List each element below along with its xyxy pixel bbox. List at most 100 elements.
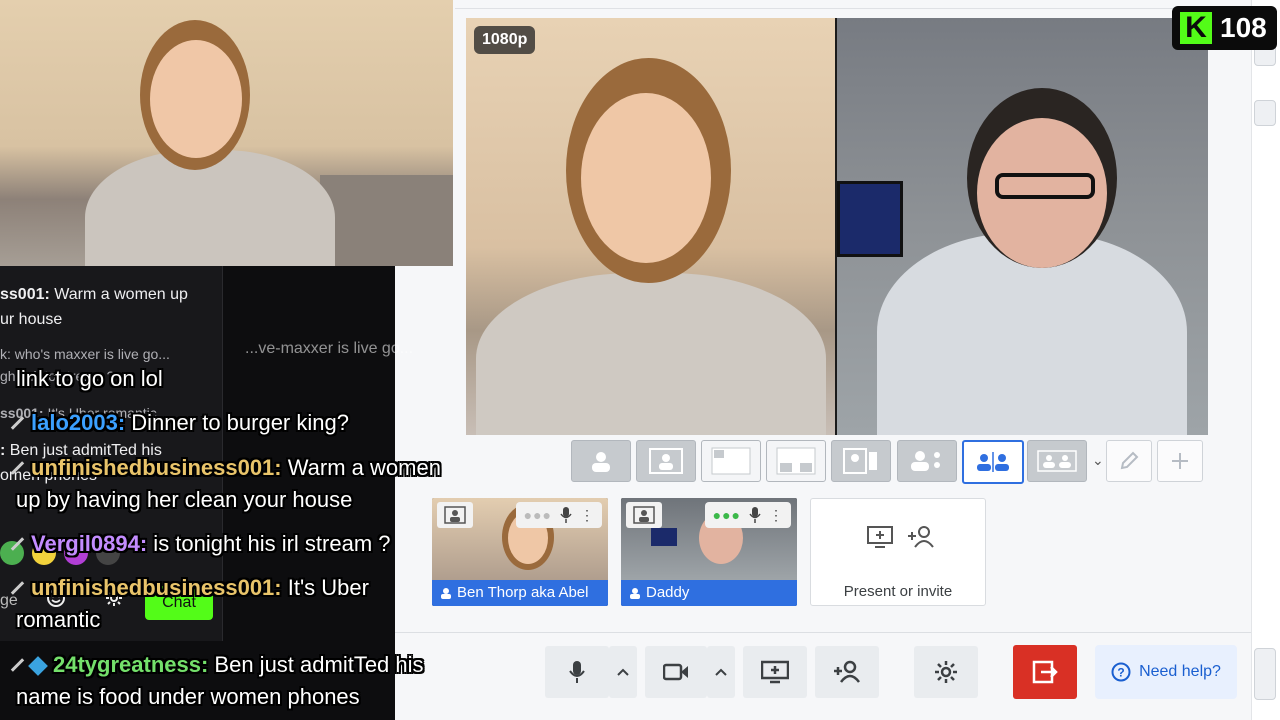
chat-message: ss001: Warm a women up — [0, 286, 188, 303]
gear-icon — [935, 661, 957, 683]
present-or-invite-tile[interactable]: Present or invite — [810, 498, 986, 606]
mic-button[interactable] — [545, 646, 609, 698]
camera-toggle[interactable] — [626, 502, 662, 528]
mic-icon — [560, 507, 572, 523]
side-layout-icon — [843, 448, 877, 474]
participant-controls: ●●● ⋮ — [704, 502, 791, 528]
background-text: ...ve-maxxer is live go... — [245, 340, 414, 357]
need-help-button[interactable]: ? Need help? — [1095, 645, 1237, 699]
exit-icon — [1032, 660, 1058, 684]
help-icon: ? — [1111, 662, 1131, 682]
participant-name: Daddy — [646, 584, 690, 601]
chat-message: k: who's maxxer is live go... — [0, 346, 170, 362]
toolbar-divider — [395, 632, 1252, 633]
participant-tile[interactable]: ●●● ⋮ Ben Thorp aka Abel — [432, 498, 608, 606]
more-options-icon[interactable]: ⋮ — [769, 507, 783, 524]
person-frame-icon — [649, 448, 683, 474]
screen-share-icon — [761, 660, 789, 684]
overlay-chat-line: 24tygreatness: Ben just admitTed his — [10, 652, 424, 678]
present-icons — [867, 525, 935, 549]
group-icon — [911, 451, 940, 471]
rail-button[interactable] — [1254, 100, 1276, 126]
kick-logo-icon: K — [1180, 12, 1212, 44]
person-torso — [476, 273, 826, 435]
person-torso — [85, 150, 335, 266]
overlay-chat-line: unfinishedbusiness001: Warm a women — [10, 455, 441, 481]
overlay-chat-line: up by having her clean your house — [16, 487, 353, 512]
layout-split-bottom-button[interactable] — [766, 440, 826, 482]
two-people-icon — [1037, 450, 1077, 472]
camera-button[interactable] — [645, 646, 707, 698]
pencil-icon — [1120, 451, 1139, 470]
video-feed-left — [466, 18, 835, 435]
resolution-badge: 1080p — [474, 26, 536, 54]
split-icon — [776, 447, 816, 475]
add-person-icon — [834, 660, 860, 683]
viewer-count-badge: K 108 — [1172, 6, 1277, 50]
participant-controls: ●●● ⋮ — [515, 502, 602, 528]
video-feed-right — [837, 18, 1208, 435]
participant-name-bar: Ben Thorp aka Abel — [432, 580, 608, 606]
overlay-chat-line: lalo2003: Dinner to burger king? — [10, 410, 349, 436]
chevron-up-icon — [715, 668, 727, 676]
svg-text:?: ? — [1117, 666, 1124, 680]
settings-button[interactable] — [914, 646, 978, 698]
more-options-icon[interactable]: ⋮ — [580, 507, 594, 524]
main-video-stage — [466, 18, 1208, 435]
present-label: Present or invite — [843, 583, 953, 600]
add-person-icon — [908, 526, 934, 548]
camera-icon — [663, 663, 688, 681]
participant-name-bar: Daddy — [621, 580, 797, 606]
edit-layout-button[interactable] — [1106, 440, 1152, 482]
camera-toggle[interactable] — [437, 502, 473, 528]
overlay-chat-line: name is food under women phones — [16, 684, 360, 709]
layout-two-up-button[interactable] — [962, 440, 1024, 484]
face — [150, 40, 242, 158]
couch — [320, 175, 453, 266]
pip-icon — [711, 447, 751, 475]
chevron-up-icon — [617, 668, 629, 676]
person-frame-icon — [633, 506, 655, 524]
two-people-icon — [977, 452, 1009, 472]
person-icon — [441, 588, 451, 599]
background-monitor — [651, 528, 677, 546]
plus-icon — [1172, 453, 1188, 469]
screen-share-icon — [867, 526, 893, 548]
overlay-chat-line: romantic — [16, 607, 101, 632]
chat-message: ur house — [0, 311, 63, 328]
right-rail — [1251, 0, 1280, 720]
add-layout-button[interactable] — [1157, 440, 1203, 482]
chevron-down-icon[interactable]: ⌄ — [1092, 452, 1104, 469]
layout-single-button[interactable] — [571, 440, 631, 482]
person-icon — [630, 588, 640, 599]
overlay-chat-line: Vergil0894: is tonight his irl stream ? — [10, 531, 391, 557]
mic-icon — [749, 507, 761, 523]
overlay-chat-line: unfinishedbusiness001: It's Uber — [10, 575, 369, 601]
diamond-badge-icon — [28, 656, 48, 676]
layout-frame-button[interactable] — [636, 440, 696, 482]
overlay-chat-line: link to go on lol — [16, 366, 163, 391]
background-monitor — [837, 181, 903, 257]
glasses — [995, 173, 1095, 199]
audio-level-icon: ●●● — [712, 507, 741, 523]
viewer-count: 108 — [1220, 12, 1267, 43]
invite-button[interactable] — [815, 646, 879, 698]
layout-group-button[interactable] — [897, 440, 957, 482]
rail-button[interactable] — [1254, 648, 1276, 700]
person-frame-icon — [444, 506, 466, 524]
mic-icon — [569, 661, 585, 683]
participant-tile[interactable]: ●●● ⋮ Daddy — [621, 498, 797, 606]
layout-two-grey-button[interactable] — [1027, 440, 1087, 482]
need-help-label: Need help? — [1139, 663, 1221, 680]
top-divider — [455, 8, 1240, 9]
share-screen-button[interactable] — [743, 646, 807, 698]
mic-options-button[interactable] — [609, 646, 637, 698]
layout-pip-button[interactable] — [701, 440, 761, 482]
audio-level-icon: ●●● — [523, 507, 552, 523]
layout-side-button[interactable] — [831, 440, 891, 482]
camera-options-button[interactable] — [707, 646, 735, 698]
person-icon — [592, 452, 610, 472]
participant-name: Ben Thorp aka Abel — [457, 584, 589, 601]
face — [581, 93, 711, 263]
leave-button[interactable] — [1013, 645, 1077, 699]
